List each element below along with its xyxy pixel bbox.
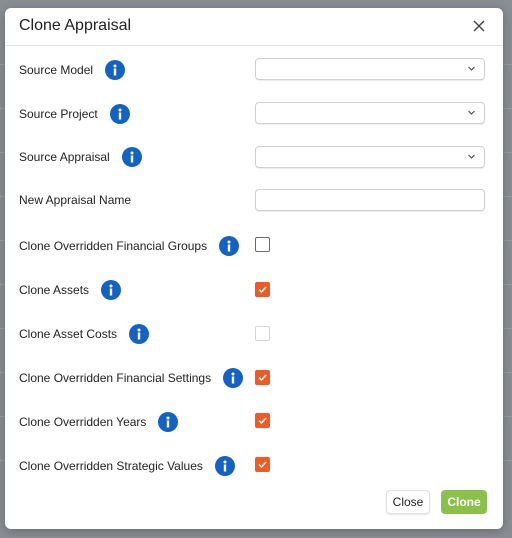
clone-overridden-years-label: Clone Overridden Years [19,415,147,429]
info-icon[interactable] [121,147,142,167]
close-icon[interactable] [469,16,489,36]
clone-assets-checkbox[interactable] [255,282,270,297]
info-icon[interactable] [105,60,126,80]
clone-asset-costs-checkbox[interactable] [255,326,270,341]
close-button[interactable]: Close [386,490,430,514]
dialog-title: Clone Appraisal [19,17,132,34]
info-icon[interactable] [223,368,244,388]
clone-overridden-strategic-values-label: Clone Overridden Strategic Values [19,459,203,473]
clone-overridden-strategic-values-checkbox[interactable] [255,457,270,472]
clone-overridden-financial-settings-checkbox[interactable] [255,370,270,385]
source-appraisal-select[interactable] [255,146,485,168]
clone-overridden-financial-groups-checkbox[interactable] [255,237,270,252]
clone-asset-costs-row: Clone Asset Costs [19,322,150,346]
clone-overridden-years-checkbox[interactable] [255,413,270,428]
source-model-select[interactable] [255,58,485,80]
new-appraisal-name-input[interactable] [255,189,485,211]
clone-overridden-years-row: Clone Overridden Years [19,410,179,434]
source-project-label: Source Project [19,107,98,121]
info-icon[interactable] [109,104,130,124]
source-model-label: Source Model [19,63,94,77]
source-appraisal-row: Source Appraisal [19,145,142,169]
clone-overridden-strategic-values-row: Clone Overridden Strategic Values [19,454,235,478]
clone-overridden-financial-settings-row: Clone Overridden Financial Settings [19,366,244,390]
chevron-down-icon [468,154,475,159]
chevron-down-icon [468,110,475,115]
clone-asset-costs-label: Clone Asset Costs [19,327,118,341]
chevron-down-icon [468,66,475,71]
dialog-header: Clone Appraisal [5,8,503,46]
clone-assets-row: Clone Assets [19,278,122,302]
source-project-row: Source Project [19,102,130,126]
info-icon[interactable] [129,324,150,344]
source-appraisal-label: Source Appraisal [19,150,110,164]
info-icon[interactable] [214,456,235,476]
clone-overridden-financial-groups-row: Clone Overridden Financial Groups [19,234,240,258]
source-project-select[interactable] [255,102,485,124]
source-model-row: Source Model [19,58,126,82]
clone-overridden-financial-settings-label: Clone Overridden Financial Settings [19,371,212,385]
clone-button[interactable]: Clone [441,490,487,514]
new-appraisal-name-row: New Appraisal Name [19,188,131,212]
clone-appraisal-dialog: Clone Appraisal Source Model Source Proj… [5,8,503,529]
new-appraisal-name-label: New Appraisal Name [19,193,132,207]
info-icon[interactable] [219,236,240,256]
info-icon[interactable] [158,412,179,432]
info-icon[interactable] [101,280,122,300]
clone-assets-label: Clone Assets [19,283,90,297]
clone-overridden-financial-groups-label: Clone Overridden Financial Groups [19,239,208,253]
